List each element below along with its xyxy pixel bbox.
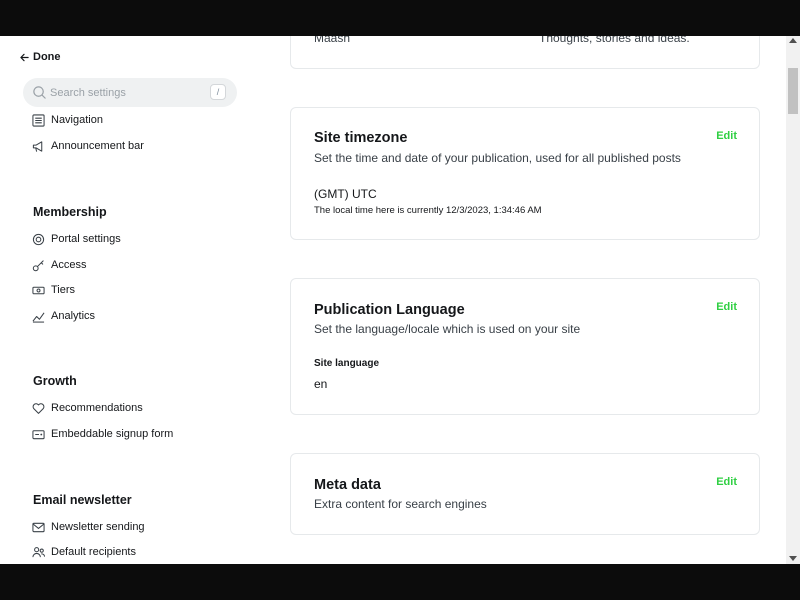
- sidebar-item-label: Portal settings: [51, 233, 121, 245]
- ticket-icon: [32, 286, 45, 294]
- sidebar-item-label: Announcement bar: [51, 140, 144, 152]
- publication-language-card: Publication Language Edit Set the langua…: [290, 278, 760, 415]
- settings-app: Done / Navigation Announcement bar Membe…: [0, 36, 800, 564]
- sidebar-item-tiers[interactable]: Tiers: [32, 281, 75, 299]
- sidebar-item-embeddable-signup-form[interactable]: Embeddable signup form: [32, 425, 173, 443]
- sidebar-item-label: Embeddable signup form: [51, 428, 174, 440]
- section-title-growth: Growth: [33, 374, 77, 388]
- sidebar-item-portal-settings[interactable]: Portal settings: [32, 230, 121, 248]
- sidebar-item-label: Default recipients: [51, 546, 136, 558]
- sidebar-item-newsletter-sending[interactable]: Newsletter sending: [32, 518, 145, 536]
- site-title-value: Maash: [314, 36, 351, 45]
- sidebar-item-default-recipients[interactable]: Default recipients: [32, 543, 136, 561]
- search-input[interactable]: [50, 84, 200, 102]
- arrow-left-icon: [20, 53, 29, 61]
- site-timezone-card: Site timezone Edit Set the time and date…: [290, 107, 760, 240]
- publication-info-card: Maash Thoughts, stories and ideas.: [290, 36, 760, 69]
- meta-edit-button[interactable]: Edit: [716, 476, 737, 488]
- form-icon: [32, 429, 45, 439]
- done-button[interactable]: Done: [20, 51, 61, 63]
- sidebar-item-label: Analytics: [51, 310, 96, 322]
- browser-bottom-bar: [0, 564, 800, 600]
- heart-icon: [32, 402, 45, 414]
- scrollbar-thumb[interactable]: [788, 68, 798, 114]
- search-shortcut-key: /: [210, 84, 226, 100]
- scroll-up-arrow-icon[interactable]: [789, 38, 797, 43]
- timezone-value: (GMT) UTC: [314, 187, 377, 201]
- sidebar-item-label: Tiers: [51, 284, 76, 296]
- search-icon: [33, 86, 46, 99]
- done-label: Done: [33, 51, 61, 63]
- browser-top-bar: [0, 0, 800, 36]
- vertical-scrollbar[interactable]: [786, 36, 800, 564]
- timezone-edit-button[interactable]: Edit: [716, 130, 737, 142]
- sidebar-item-access[interactable]: Access: [32, 256, 86, 274]
- chart-icon: [32, 311, 45, 323]
- section-title-email-newsletter: Email newsletter: [33, 493, 132, 507]
- sidebar-item-navigation[interactable]: Navigation: [32, 111, 103, 129]
- card-description: Extra content for search engines: [314, 497, 487, 511]
- key-icon: [32, 259, 44, 271]
- navigation-icon: [32, 113, 45, 127]
- section-title-membership: Membership: [33, 205, 107, 219]
- sidebar-item-analytics[interactable]: Analytics: [32, 307, 95, 325]
- mail-icon: [32, 522, 45, 532]
- sidebar-item-label: Recommendations: [51, 402, 143, 414]
- sidebar-item-announcement-bar[interactable]: Announcement bar: [32, 137, 144, 155]
- site-language-label: Site language: [314, 358, 380, 369]
- meta-data-card: Meta data Edit Extra content for search …: [290, 453, 760, 535]
- card-title: Meta data: [314, 477, 381, 493]
- card-title: Site timezone: [314, 130, 408, 146]
- site-description-value: Thoughts, stories and ideas.: [539, 36, 690, 45]
- sidebar-item-recommendations[interactable]: Recommendations: [32, 399, 143, 417]
- language-edit-button[interactable]: Edit: [716, 301, 737, 313]
- megaphone-icon: [32, 140, 43, 152]
- sidebar-item-label: Access: [51, 259, 87, 271]
- search-settings[interactable]: /: [23, 78, 237, 107]
- card-title: Publication Language: [314, 302, 465, 318]
- card-description: Set the language/locale which is used on…: [314, 322, 581, 336]
- local-time-text: The local time here is currently 12/3/20…: [314, 205, 542, 216]
- card-description: Set the time and date of your publicatio…: [314, 151, 681, 165]
- users-icon: [32, 546, 45, 557]
- settings-sidebar: Done / Navigation Announcement bar Membe…: [0, 36, 260, 564]
- portal-icon: [32, 233, 45, 245]
- sidebar-item-label: Navigation: [51, 114, 103, 126]
- scroll-down-arrow-icon[interactable]: [789, 556, 797, 561]
- site-language-value: en: [314, 377, 328, 391]
- sidebar-item-label: Newsletter sending: [51, 521, 145, 533]
